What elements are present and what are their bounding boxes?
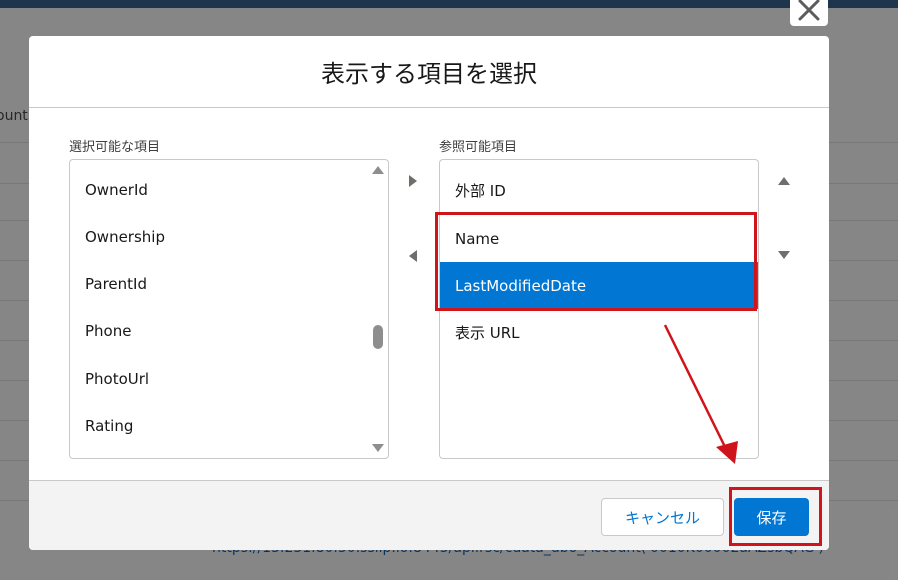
annotation-arrow <box>663 324 738 464</box>
